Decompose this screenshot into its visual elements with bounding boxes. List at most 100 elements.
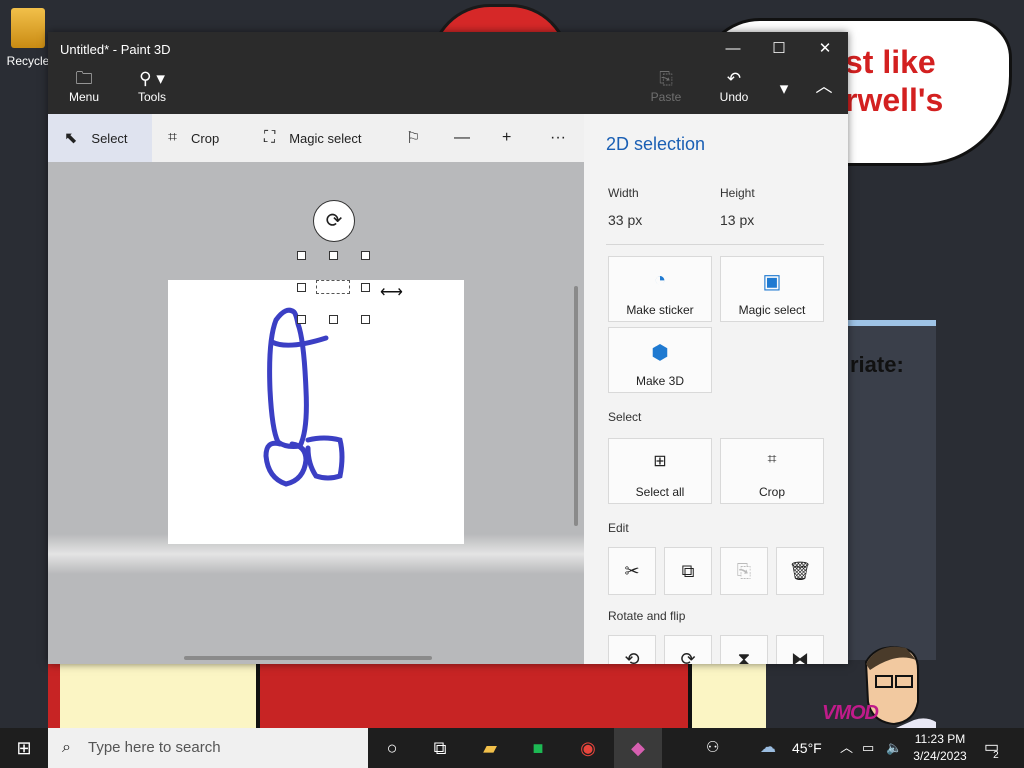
select-all-button[interactable]: ⊞ Select all: [608, 438, 712, 504]
resize-handle[interactable]: [329, 251, 338, 260]
task-view-button[interactable]: ⧉: [416, 728, 464, 768]
resize-handle[interactable]: [361, 315, 370, 324]
make-3d-button[interactable]: ⬢ Make 3D: [608, 327, 712, 393]
tools-button[interactable]: ⚲ ▾ Tools: [134, 68, 170, 104]
crop-icon: ⌗: [168, 129, 178, 146]
file-explorer-button[interactable]: ▰: [466, 728, 514, 768]
background-window-text: riate:: [850, 352, 904, 377]
zoom-in-button[interactable]: +: [502, 114, 525, 162]
cortana-icon: ○: [386, 738, 398, 758]
paste-label: Paste: [650, 90, 682, 104]
close-button[interactable]: ✕: [802, 32, 848, 66]
spotify-button[interactable]: ■: [514, 728, 562, 768]
people-button[interactable]: ⚇: [706, 728, 719, 768]
chrome-button[interactable]: ◉: [564, 728, 612, 768]
undo-button[interactable]: ↶ Undo: [716, 68, 752, 104]
more-icon: ···: [550, 129, 566, 146]
height-value[interactable]: 13 px: [720, 212, 754, 228]
select-tool[interactable]: ⬉ Select: [48, 114, 152, 162]
undo-icon: ↶: [726, 69, 742, 88]
tools-icon: ⚲ ▾: [139, 69, 165, 88]
resize-handle[interactable]: [297, 251, 306, 260]
magic-select-button[interactable]: ▣ Magic select: [720, 256, 824, 322]
paste-button[interactable]: ⎘ Paste: [648, 68, 684, 104]
taskbar: ⊞ ⌕ Type here to search ○ ⧉ ▰ ■ ◉ ◆ ⚇ ☁ …: [0, 728, 1024, 768]
history-dropdown-button[interactable]: ▾: [772, 78, 796, 100]
more-options-button[interactable]: ···: [550, 114, 580, 162]
divider: [606, 244, 824, 245]
menu-label: Menu: [68, 90, 100, 104]
pointer-icon: ⬉: [64, 130, 78, 147]
weather-temperature[interactable]: 45°F: [792, 728, 822, 768]
properties-panel: 2D selection Width 33 px Height 13 px ◔ …: [584, 114, 848, 664]
watermark-logo: VMOD: [822, 702, 879, 724]
make-3d-label: Make 3D: [635, 374, 685, 388]
magic-select-icon: ⛶: [264, 129, 276, 146]
maximize-button[interactable]: ☐: [756, 32, 802, 66]
windows-icon: ⊞: [16, 738, 32, 758]
select-tool-label: Select: [91, 130, 128, 146]
chevron-up-icon: ︿: [840, 740, 854, 755]
resize-handle[interactable]: [297, 283, 306, 292]
task-view-icon: ⧉: [433, 738, 447, 758]
rotate-right-button[interactable]: ⟳: [664, 635, 712, 664]
canvas-area[interactable]: ⟳ ⟷: [48, 162, 584, 664]
title-bar[interactable]: Untitled* - Paint 3D — ☐ ✕: [48, 32, 848, 66]
paste-icon: ⎘: [736, 561, 752, 581]
cortana-button[interactable]: ○: [368, 728, 416, 768]
panel-title: 2D selection: [606, 134, 706, 154]
vertical-scrollbar[interactable]: [574, 286, 578, 526]
magic-select-icon: ▣: [762, 271, 782, 293]
notification-count: 2: [993, 750, 999, 761]
make-sticker-button[interactable]: ◔ Make sticker: [608, 256, 712, 322]
cut-button[interactable]: ✂: [608, 547, 656, 595]
delete-button[interactable]: 🗑: [776, 547, 824, 595]
clock[interactable]: 11:23 PM 3/24/2023: [908, 731, 972, 765]
paint3d-taskbar-button[interactable]: ◆: [614, 728, 662, 768]
resize-handle[interactable]: [297, 315, 306, 324]
tray-overflow-button[interactable]: ︿: [840, 728, 853, 768]
crop-button[interactable]: ⌗ Crop: [720, 438, 824, 504]
flip-horizontal-button[interactable]: ⧗: [720, 635, 768, 664]
canvas[interactable]: [168, 280, 464, 544]
weather-icon: ☁: [760, 739, 776, 756]
ribbon: 🗀 Menu ⚲ ▾ Tools ⎘ Paste ↶ Undo ▾ ︿: [48, 66, 848, 114]
paste-icon: ⎘: [659, 69, 673, 88]
start-button[interactable]: ⊞: [0, 728, 48, 768]
resize-handle[interactable]: [329, 315, 338, 324]
recycle-bin-image: [11, 8, 45, 48]
undo-label: Undo: [719, 90, 749, 104]
width-value[interactable]: 33 px: [608, 212, 642, 228]
menu-button[interactable]: 🗀 Menu: [66, 68, 102, 104]
selection-box[interactable]: [316, 280, 350, 294]
notifications-button[interactable]: ▭2: [984, 728, 1005, 768]
recycle-bin-icon[interactable]: Recycle: [4, 8, 52, 68]
sticker-icon: ◔: [653, 269, 667, 291]
resize-handle[interactable]: [361, 251, 370, 260]
magic-select-tool[interactable]: ⛶ Magic select: [264, 114, 361, 162]
wallpaper-yellow-left: [60, 664, 260, 728]
cube-icon: ⬢: [651, 342, 669, 364]
clock-date: 3/24/2023: [913, 749, 967, 763]
search-box[interactable]: ⌕ Type here to search: [48, 728, 368, 768]
network-icon[interactable]: ▭: [862, 728, 874, 768]
volume-icon[interactable]: 🔈: [886, 728, 902, 768]
copy-button[interactable]: ⧉: [664, 547, 712, 595]
minus-icon: —: [454, 129, 470, 146]
flip-vertical-button[interactable]: ⧓: [776, 635, 824, 664]
collapse-ribbon-button[interactable]: ︿: [810, 76, 838, 98]
plus-icon: +: [502, 129, 512, 146]
resize-handle[interactable]: [361, 283, 370, 292]
crop-tool[interactable]: ⌗ Crop: [168, 114, 219, 162]
crop-tool-label: Crop: [191, 130, 220, 146]
zoom-out-button[interactable]: —: [454, 114, 484, 162]
paste-panel-button[interactable]: ⎘: [720, 547, 768, 595]
rotate-left-button[interactable]: ⟲: [608, 635, 656, 664]
minimize-button[interactable]: —: [710, 32, 756, 66]
rotate-handle[interactable]: ⟳: [313, 200, 355, 242]
flag-tool[interactable]: ⚐: [406, 114, 434, 162]
flip-horizontal-icon: ⧗: [737, 649, 751, 664]
horizontal-scrollbar[interactable]: [184, 656, 432, 660]
magic-select-label: Magic select: [738, 303, 806, 317]
window-title: Untitled* - Paint 3D: [60, 42, 171, 57]
